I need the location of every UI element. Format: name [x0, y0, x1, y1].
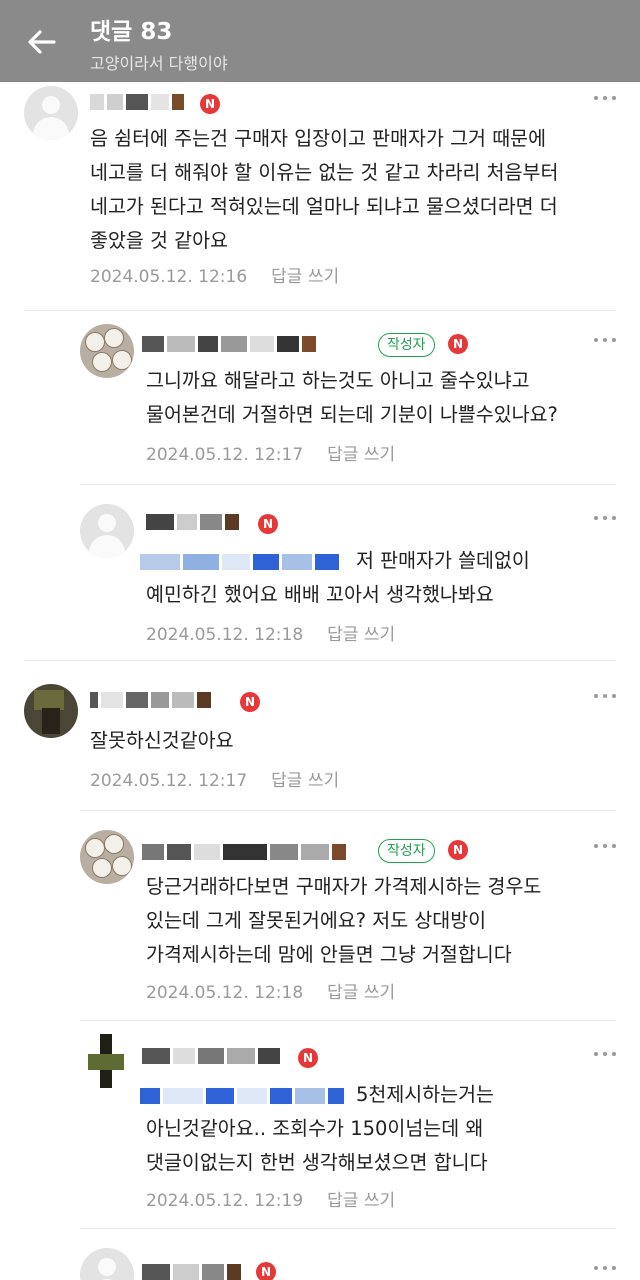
- new-badge: N: [448, 334, 468, 354]
- blurred-nickname: [90, 94, 187, 110]
- comment-item: N 잘못하신것같아요 2024.05.12. 12:17 답글 쓰기: [0, 662, 640, 814]
- more-options-icon[interactable]: [594, 1266, 618, 1272]
- author-badge: 작성자: [378, 839, 435, 863]
- comment-item: N 음 쉼터에 주는건 구매자 입장이고 판매자가 그거 때문에 네고를 더 해…: [0, 82, 640, 312]
- comment-item: 작성자 N 그니까요 해달라고 하는것도 아니고 줄수있냐고 물어본건데 거절하…: [0, 312, 640, 486]
- blurred-nickname: [142, 1264, 244, 1280]
- comment-date: 2024.05.12. 12:18: [146, 983, 304, 1003]
- blurred-nickname: [146, 514, 242, 530]
- comment-text: 잘못하신것같아요: [90, 729, 234, 752]
- comment-item: 작성자 N 당근거래하다보면 구매자가 가격제시하는 경우도 있는데 그게 잘못…: [0, 814, 640, 1021]
- comment-item: N 5천제시하는거는 아닌것같아요.. 조회수가 150이넘는데 왜 댓글이없는…: [0, 1020, 640, 1230]
- divider: [24, 660, 616, 661]
- divider: [80, 810, 616, 811]
- avatar[interactable]: [80, 324, 134, 378]
- comment-meta: 2024.05.12. 12:19 답글 쓰기: [146, 1186, 395, 1211]
- avatar[interactable]: [24, 684, 78, 738]
- more-options-icon[interactable]: [594, 338, 618, 344]
- reply-button[interactable]: 답글 쓰기: [327, 978, 395, 1003]
- new-badge: N: [256, 1262, 276, 1280]
- reply-button[interactable]: 답글 쓰기: [271, 766, 339, 791]
- new-badge: N: [240, 692, 260, 712]
- avatar[interactable]: [80, 1034, 134, 1088]
- comment-text: 당근거래하다보면 구매자가 가격제시하는 경우도 있는데 그게 잘못된거에요? …: [146, 875, 542, 966]
- more-options-icon[interactable]: [594, 96, 618, 102]
- new-badge: N: [298, 1048, 318, 1068]
- more-options-icon[interactable]: [594, 694, 618, 700]
- divider: [24, 310, 616, 311]
- comment-meta: 2024.05.12. 12:18 답글 쓰기: [146, 620, 395, 645]
- comment-date: 2024.05.12. 12:19: [146, 1191, 304, 1211]
- new-badge: N: [448, 840, 468, 860]
- comment-text: 음 쉼터에 주는건 구매자 입장이고 판매자가 그거 때문에 네고를 더 해줘야…: [90, 127, 559, 252]
- reply-button[interactable]: 답글 쓰기: [327, 620, 395, 645]
- avatar[interactable]: [24, 86, 78, 140]
- comment-meta: 2024.05.12. 12:18 답글 쓰기: [146, 978, 395, 1003]
- blurred-nickname: [142, 336, 319, 352]
- author-badge: 작성자: [378, 333, 435, 357]
- page-subtitle[interactable]: 고양이라서 다행이야: [90, 50, 228, 74]
- comment-meta: 2024.05.12. 12:17 답글 쓰기: [146, 440, 395, 465]
- comment-date: 2024.05.12. 12:16: [90, 267, 248, 287]
- back-arrow-icon[interactable]: [22, 22, 62, 62]
- reply-button[interactable]: 답글 쓰기: [271, 262, 339, 287]
- divider: [80, 1228, 616, 1229]
- blurred-nickname: [142, 1048, 283, 1064]
- more-options-icon[interactable]: [594, 1052, 618, 1058]
- avatar[interactable]: [80, 1248, 134, 1280]
- more-options-icon[interactable]: [594, 844, 618, 850]
- comment-meta: 2024.05.12. 12:17 답글 쓰기: [90, 766, 339, 791]
- avatar[interactable]: [80, 504, 134, 558]
- new-badge: N: [200, 94, 220, 114]
- more-options-icon[interactable]: [594, 516, 618, 522]
- comment-date: 2024.05.12. 12:18: [146, 625, 304, 645]
- blurred-nickname: [90, 692, 214, 708]
- blurred-nickname: [142, 844, 349, 860]
- comment-text: 그니까요 해달라고 하는것도 아니고 줄수있냐고 물어본건데 거절하면 되는데 …: [146, 369, 558, 426]
- comment-date: 2024.05.12. 12:17: [90, 771, 248, 791]
- divider: [80, 484, 616, 485]
- comment-meta: 2024.05.12. 12:16 답글 쓰기: [90, 262, 339, 287]
- page-title: 댓글 83: [90, 19, 173, 45]
- comment-item: N 저 판매자가 쓸데없이 예민하긴 했어요 배배 꼬아서 생각했나봐요 202…: [0, 486, 640, 662]
- avatar[interactable]: [80, 830, 134, 884]
- comment-text: 저 판매자가 쓸데없이 예민하긴 했어요 배배 꼬아서 생각했나봐요: [146, 549, 530, 606]
- reply-button[interactable]: 답글 쓰기: [327, 1186, 395, 1211]
- comment-item: N: [0, 1230, 640, 1280]
- comment-text: 5천제시하는거는 아닌것같아요.. 조회수가 150이넘는데 왜 댓글이없는지 …: [146, 1083, 494, 1174]
- comment-date: 2024.05.12. 12:17: [146, 445, 304, 465]
- new-badge: N: [258, 514, 278, 534]
- app-header: 댓글 83 고양이라서 다행이야: [0, 0, 640, 82]
- reply-button[interactable]: 답글 쓰기: [327, 440, 395, 465]
